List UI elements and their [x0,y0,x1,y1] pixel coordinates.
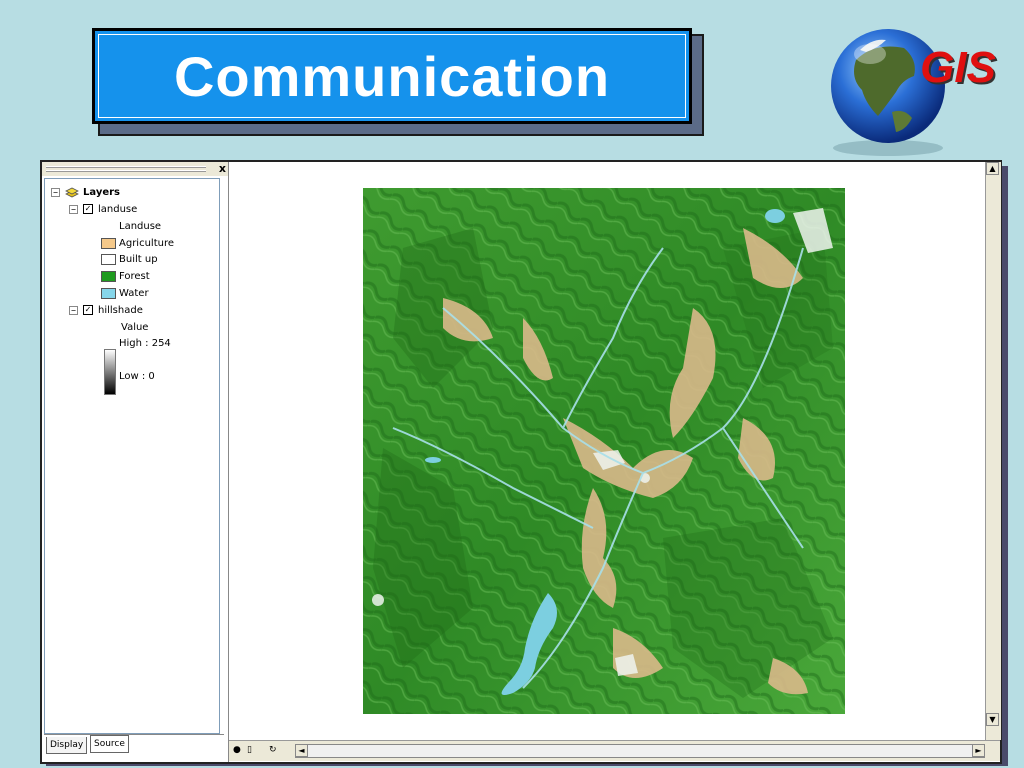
toc-grip [46,170,206,172]
hillshade-low-label: Low : 0 [119,368,155,384]
svg-text:GIS: GIS [920,43,996,92]
collapse-icon[interactable]: − [69,204,78,214]
gis-text-logo: GIS GIS [920,43,998,94]
slide-title: Communication [173,44,611,108]
tab-source[interactable]: Source [90,735,129,753]
toc-row-hillshade[interactable]: − ✓ hillshade [69,302,143,318]
arcmap-window: x − Layers − ✓ landuse Landuse Agricultu… [40,160,1002,764]
field-name: Landuse [119,220,162,232]
legend-label: Water [119,287,149,299]
refresh-icon[interactable]: ↻ [269,745,277,755]
horizontal-scrollbar[interactable]: ◄ ► [295,744,985,758]
hillshade-high-label: High : 254 [119,335,171,351]
legend-label: Agriculture [119,237,174,249]
toc-grip [46,166,206,168]
built-up-swatch [101,253,116,265]
hillshade-field-label: Value [121,319,148,335]
legend-label: Forest [119,270,150,282]
close-icon[interactable]: x [219,162,226,176]
legend-label: Built up [119,253,158,265]
scroll-left-button[interactable]: ◄ [295,744,308,757]
layout-view-icon[interactable]: ▯ [247,745,252,755]
landuse-hillshade-map[interactable] [363,188,845,714]
legend-item-agriculture[interactable]: Agriculture [101,235,174,251]
slide-title-box: Communication [92,28,692,124]
collapse-icon[interactable]: − [51,187,60,197]
water-swatch [101,287,116,299]
scroll-up-button[interactable]: ▲ [986,162,999,175]
legend-item-forest[interactable]: Forest [101,268,150,284]
landuse-field-label: Landuse [119,218,161,234]
layers-label: Layers [83,186,120,198]
vertical-scrollbar[interactable]: ▲ ▼ [985,162,1001,740]
data-view-icon[interactable]: ● [233,745,241,755]
legend-item-built-up[interactable]: Built up [101,251,158,267]
gis-globe-logo: GIS GIS [831,29,998,156]
landuse-layer-label: landuse [98,203,138,215]
ramp-low-label: Low : 0 [119,370,155,382]
map-status-bar: ● ▯ ↻ ◄ ► [229,740,1000,761]
legend-item-water[interactable]: Water [101,285,149,301]
hillshade-visibility-checkbox[interactable]: ✓ [83,305,93,315]
agriculture-swatch [101,237,116,249]
scroll-right-button[interactable]: ► [972,744,985,757]
tab-display[interactable]: Display [46,737,88,754]
toc-row-landuse[interactable]: − ✓ landuse [69,201,137,217]
hillshade-color-ramp [104,349,116,395]
collapse-icon[interactable]: − [69,305,78,315]
field-name: Value [121,321,149,333]
map-view[interactable] [229,162,984,740]
table-of-contents-panel: x − Layers − ✓ landuse Landuse Agricultu… [42,162,229,762]
toc-tabs: Display Source [44,734,224,757]
hillshade-layer-label: hillshade [98,304,143,316]
toc-title-bar[interactable]: x [42,162,228,176]
scroll-down-button[interactable]: ▼ [986,713,999,726]
layers-icon [65,187,79,198]
forest-swatch [101,270,116,282]
ramp-high-label: High : 254 [119,337,171,349]
toc-row-layers[interactable]: − Layers [51,184,120,200]
toc-tree: − Layers − ✓ landuse Landuse Agriculture [44,178,220,734]
landuse-visibility-checkbox[interactable]: ✓ [83,204,93,214]
